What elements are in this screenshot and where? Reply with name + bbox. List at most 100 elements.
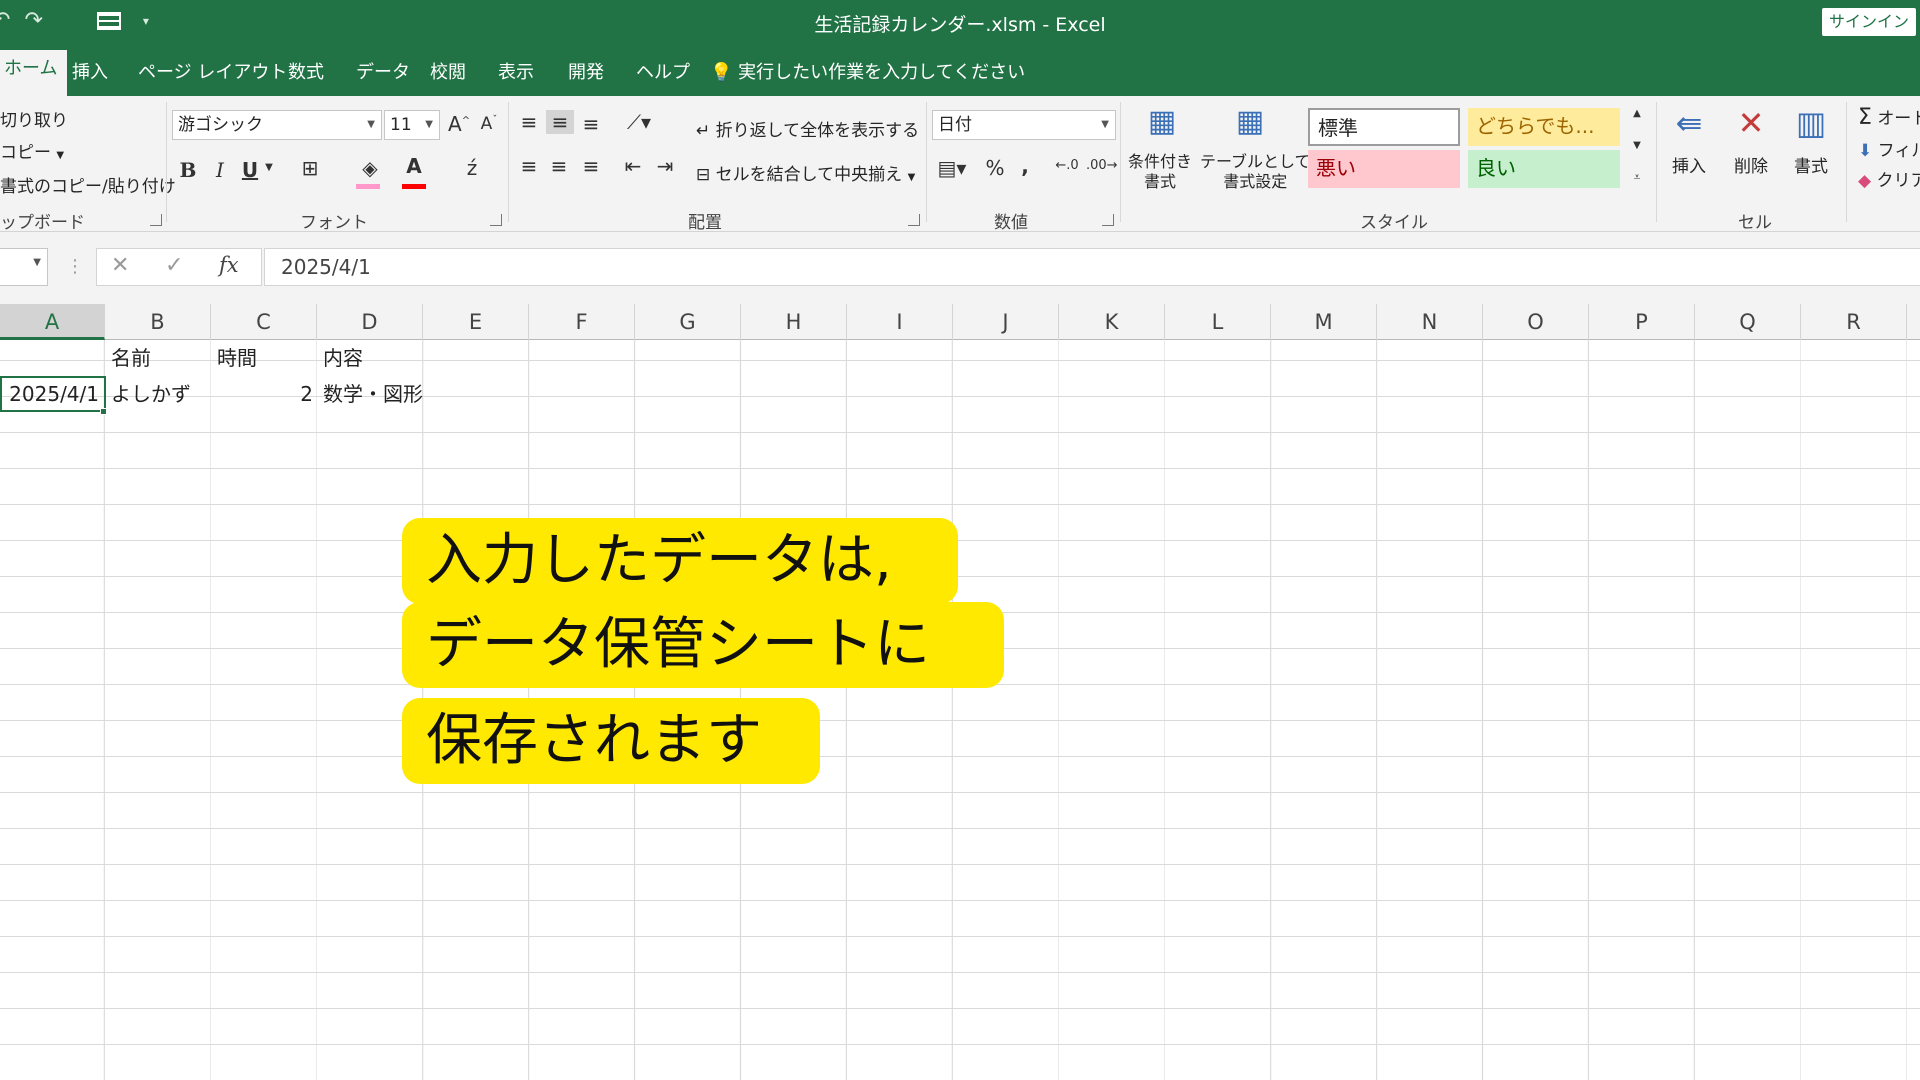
styles-more-icon[interactable]: ⩡ — [1628, 170, 1646, 185]
shrink-font-button[interactable]: Aˇ — [478, 114, 500, 134]
column-header[interactable]: B — [105, 304, 211, 340]
style-good[interactable]: 良い — [1468, 150, 1620, 188]
cell-b1[interactable]: 名前 — [106, 340, 212, 376]
signin-button[interactable]: サインイン — [1822, 8, 1916, 36]
tab-insert[interactable]: 挿入 — [72, 58, 108, 84]
tell-me-box[interactable]: 💡 実行したい作業を入力してください — [710, 58, 1025, 84]
cell-a2-selected[interactable]: 2025/4/1 — [0, 376, 106, 412]
tab-review[interactable]: 校閲 — [430, 58, 466, 84]
tab-formulas[interactable]: 数式 — [288, 58, 324, 84]
tab-home[interactable]: ホーム — [0, 50, 68, 96]
format-as-table-icon[interactable]: ▦ — [1228, 104, 1272, 139]
cell-c2[interactable]: 2 — [212, 376, 318, 412]
decrease-indent-icon[interactable]: ⇤ — [620, 154, 646, 178]
clear-button[interactable]: ◆ クリア — [1858, 166, 1920, 191]
format-cells-button[interactable]: 書式 — [1794, 152, 1828, 177]
format-cells-icon[interactable]: ▥ — [1788, 104, 1834, 142]
column-header[interactable]: G — [635, 304, 741, 340]
grow-font-button[interactable]: A^ — [448, 112, 470, 136]
column-header[interactable]: L — [1165, 304, 1271, 340]
cell-d1[interactable]: 内容 — [318, 340, 424, 376]
column-header[interactable]: N — [1377, 304, 1483, 340]
bold-button[interactable]: B — [178, 158, 198, 182]
insert-cells-icon[interactable]: ⇚ — [1666, 104, 1712, 142]
insert-cells-button[interactable]: 挿入 — [1672, 152, 1706, 177]
dialog-launcher-icon[interactable] — [1102, 214, 1114, 226]
decrease-decimal-icon[interactable]: .00→ — [1086, 158, 1118, 173]
style-bad[interactable]: 悪い — [1308, 150, 1460, 188]
tab-view[interactable]: 表示 — [498, 58, 534, 84]
cancel-icon[interactable]: ✕ — [111, 253, 129, 278]
column-header[interactable]: O — [1483, 304, 1589, 340]
tab-help[interactable]: ヘルプ — [636, 58, 690, 84]
italic-button[interactable]: I — [210, 158, 230, 182]
autosum-button[interactable]: Σ オート — [1858, 104, 1920, 130]
cell-c1[interactable]: 時間 — [212, 340, 318, 376]
align-right-icon[interactable]: ≡ — [578, 154, 604, 178]
format-as-table-button[interactable]: テーブルとして 書式設定 — [1200, 152, 1311, 192]
column-header[interactable]: F — [529, 304, 635, 340]
column-header[interactable]: K — [1059, 304, 1165, 340]
align-top-icon[interactable]: ≡ — [516, 110, 542, 134]
tab-page-layout[interactable]: ページ レイアウト — [138, 58, 287, 84]
column-header[interactable]: J — [953, 304, 1059, 340]
insert-function-button[interactable]: fx — [219, 253, 239, 277]
format-painter-button[interactable]: 書式のコピー/貼り付け — [0, 172, 176, 197]
column-header[interactable]: M — [1271, 304, 1377, 340]
column-header[interactable]: H — [741, 304, 847, 340]
copy-button[interactable]: コピー ▼ — [0, 138, 64, 163]
style-normal[interactable]: 標準 — [1308, 108, 1460, 146]
worksheet-grid[interactable]: 名前 時間 内容 2025/4/1 よしかず 2 数学・図形 — [0, 340, 1920, 1080]
increase-decimal-icon[interactable]: ←.0 — [1054, 158, 1080, 173]
fill-color-icon[interactable]: ◈ — [356, 156, 384, 180]
align-bottom-icon[interactable]: ≡ — [578, 112, 604, 136]
borders-icon[interactable]: ⊞ — [296, 156, 324, 180]
font-name-select[interactable]: 游ゴシック ▼ — [172, 110, 382, 140]
align-center-icon[interactable]: ≡ — [546, 154, 572, 178]
column-header[interactable]: A — [0, 304, 105, 340]
redo-icon[interactable]: ↷ — [24, 8, 42, 33]
styles-scroll-down-icon[interactable]: ▼ — [1628, 140, 1646, 151]
dialog-launcher-icon[interactable] — [908, 214, 920, 226]
column-header[interactable]: R — [1801, 304, 1907, 340]
fill-handle[interactable] — [100, 408, 107, 415]
increase-indent-icon[interactable]: ⇥ — [652, 154, 678, 178]
comma-button[interactable]: , — [1016, 154, 1034, 178]
column-header[interactable]: E — [423, 304, 529, 340]
conditional-format-icon[interactable]: ▦ — [1140, 104, 1184, 139]
conditional-format-button[interactable]: 条件付き 書式 — [1128, 152, 1192, 192]
number-format-select[interactable]: 日付 ▼ — [932, 110, 1116, 140]
form-icon[interactable] — [96, 11, 121, 30]
delete-cells-button[interactable]: 削除 — [1734, 152, 1768, 177]
chevron-down-icon[interactable]: ▼ — [262, 162, 276, 173]
formula-input[interactable]: 2025/4/1 — [264, 248, 1920, 286]
merge-center-button[interactable]: ⊟ セルを結合して中央揃え ▼ — [696, 160, 915, 185]
accounting-format-icon[interactable]: ▤▾ — [934, 156, 970, 180]
percent-button[interactable]: % — [984, 156, 1006, 180]
column-header[interactable]: D — [317, 304, 423, 340]
undo-icon[interactable]: ↶ — [0, 8, 10, 33]
cell-b2[interactable]: よしかず — [106, 376, 212, 412]
column-header[interactable]: C — [211, 304, 317, 340]
dialog-launcher-icon[interactable] — [490, 214, 502, 226]
name-box[interactable]: ▼ — [0, 248, 48, 286]
cell-d2[interactable]: 数学・図形 — [318, 376, 428, 412]
orientation-icon[interactable]: ⟋▾ — [622, 110, 656, 134]
column-header[interactable]: I — [847, 304, 953, 340]
column-header[interactable]: Q — [1695, 304, 1801, 340]
fill-button[interactable]: ⬇ フィル — [1858, 136, 1920, 161]
phonetic-icon[interactable]: ź — [460, 156, 484, 180]
styles-scroll-up-icon[interactable]: ▲ — [1628, 108, 1646, 119]
align-left-icon[interactable]: ≡ — [516, 154, 542, 178]
style-neutral[interactable]: どちらでも... — [1468, 108, 1620, 146]
font-color-icon[interactable]: A — [402, 154, 426, 178]
cut-button[interactable]: 切り取り — [0, 106, 68, 131]
wrap-text-button[interactable]: ↵ 折り返して全体を表示する — [696, 116, 919, 141]
underline-button[interactable]: U — [240, 158, 260, 182]
dialog-launcher-icon[interactable] — [150, 214, 162, 226]
enter-icon[interactable]: ✓ — [165, 253, 183, 278]
align-middle-icon[interactable]: ≡ — [546, 110, 574, 134]
tab-developer[interactable]: 開発 — [568, 58, 604, 84]
column-header[interactable]: P — [1589, 304, 1695, 340]
font-size-select[interactable]: 11 ▼ — [384, 110, 440, 140]
